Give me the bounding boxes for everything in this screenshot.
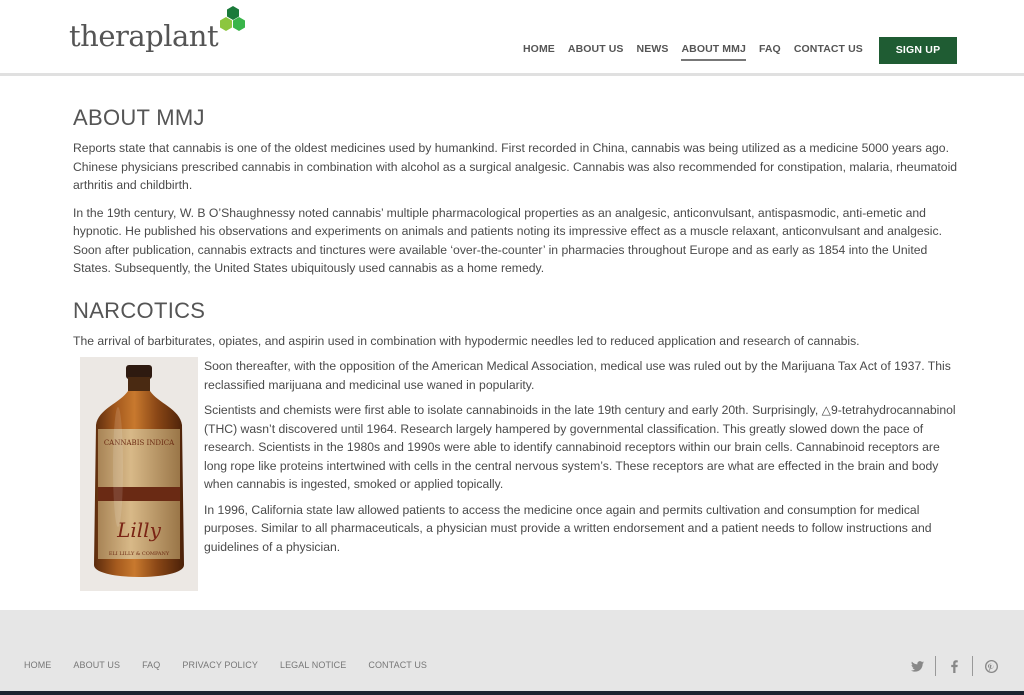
narcotics-paragraph-1: The arrival of barbiturates, opiates, an… [73, 333, 860, 348]
about-mmj-heading: ABOUT MMJ [73, 105, 205, 130]
nav-contact-us[interactable]: CONTACT US [794, 43, 863, 61]
cannabis-bottle-image: CANNABIS INDICA Lilly ELI LILLY & COMPAN… [80, 357, 198, 591]
site-footer: HOME ABOUT US FAQ PRIVACY POLICY LEGAL N… [0, 610, 1024, 695]
sign-up-button[interactable]: SIGN UP [879, 37, 957, 64]
nav-news[interactable]: NEWS [637, 43, 669, 61]
twitter-icon[interactable] [910, 659, 924, 673]
main-content: ABOUT MMJ Reports state that cannabis is… [73, 107, 958, 591]
narcotics-paragraph-4: In 1996, California state law allowed pa… [204, 502, 932, 554]
footer-link-home[interactable]: HOME [24, 660, 51, 670]
logo-text: theraplant [69, 19, 219, 53]
facebook-icon[interactable] [947, 659, 961, 673]
narcotics-paragraph-2: Soon thereafter, with the opposition of … [204, 359, 951, 392]
narcotics-paragraph-3: Scientists and chemists were first able … [204, 403, 956, 491]
footer-link-privacy-policy[interactable]: PRIVACY POLICY [182, 660, 258, 670]
bottle-label-bottom: ELI LILLY & COMPANY [109, 551, 170, 557]
footer-link-contact-us[interactable]: CONTACT US [368, 660, 427, 670]
about-paragraph-2: In the 19th century, W. B O’Shaughnessy … [73, 205, 942, 276]
bottom-bar [0, 691, 1024, 695]
main-nav: HOME ABOUT US NEWS ABOUT MMJ FAQ CONTACT… [523, 43, 876, 61]
social-divider [935, 656, 936, 676]
nav-faq[interactable]: FAQ [759, 43, 781, 61]
logo[interactable]: theraplant [69, 6, 245, 53]
logo-hexagons-icon [220, 6, 245, 31]
footer-nav: HOME ABOUT US FAQ PRIVACY POLICY LEGAL N… [24, 660, 449, 670]
social-divider [972, 656, 973, 676]
narcotics-image-section: CANNABIS INDICA Lilly ELI LILLY & COMPAN… [73, 357, 958, 591]
nav-about-mmj[interactable]: ABOUT MMJ [681, 43, 746, 61]
nav-home[interactable]: HOME [523, 43, 555, 61]
about-paragraph-1: Reports state that cannabis is one of th… [73, 141, 958, 192]
narcotics-heading: NARCOTICS [73, 297, 206, 323]
footer-link-faq[interactable]: FAQ [142, 660, 160, 670]
footer-link-about-us[interactable]: ABOUT US [73, 660, 120, 670]
social-links [910, 656, 998, 676]
nav-about-us[interactable]: ABOUT US [568, 43, 624, 61]
site-header: theraplant HOME ABOUT US NEWS ABOUT MMJ … [0, 0, 1024, 76]
footer-link-legal-notice[interactable]: LEGAL NOTICE [280, 660, 346, 670]
narcotics-side-text: Soon thereafter, with the opposition of … [204, 357, 958, 591]
bottle-label-brand: Lilly [116, 518, 161, 542]
pinterest-icon[interactable] [984, 659, 998, 673]
